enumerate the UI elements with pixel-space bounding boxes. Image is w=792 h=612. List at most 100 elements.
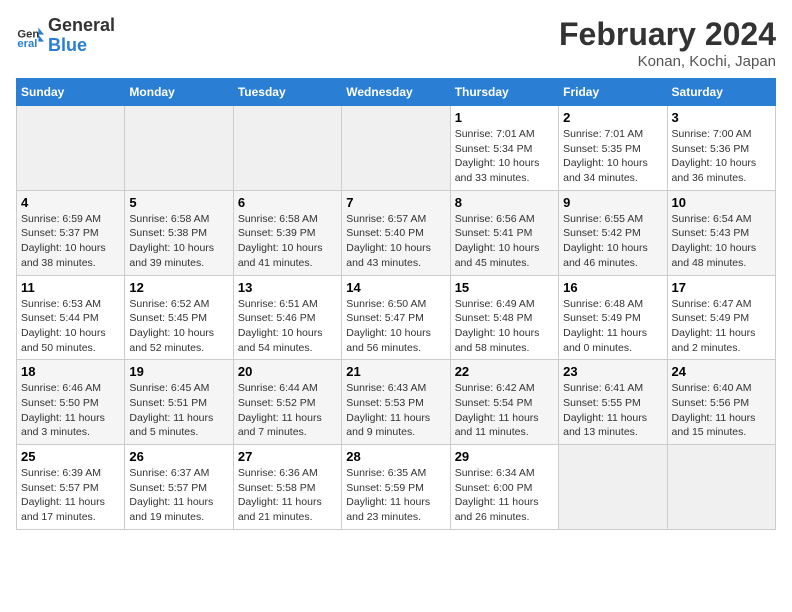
day-info: Sunrise: 6:45 AMSunset: 5:51 PMDaylight:… xyxy=(129,381,228,440)
day-info: Sunrise: 6:56 AMSunset: 5:41 PMDaylight:… xyxy=(455,212,554,271)
day-info: Sunrise: 6:51 AMSunset: 5:46 PMDaylight:… xyxy=(238,297,337,356)
day-number: 29 xyxy=(455,449,554,464)
calendar-title: February 2024 xyxy=(559,16,776,53)
week-row-2: 4 Sunrise: 6:59 AMSunset: 5:37 PMDaylight… xyxy=(17,190,776,275)
day-info: Sunrise: 6:59 AMSunset: 5:37 PMDaylight:… xyxy=(21,212,120,271)
table-cell: 24 Sunrise: 6:40 AMSunset: 5:56 PMDayligh… xyxy=(667,360,775,445)
day-info: Sunrise: 7:01 AMSunset: 5:35 PMDaylight:… xyxy=(563,127,662,186)
svg-text:eral: eral xyxy=(17,38,37,50)
table-cell: 21Sunrise: 6:43 AMSunset: 5:53 PMDayligh… xyxy=(342,360,450,445)
table-cell: 26 Sunrise: 6:37 AMSunset: 5:57 PMDayligh… xyxy=(125,445,233,530)
day-number: 18 xyxy=(21,364,120,379)
day-info: Sunrise: 6:54 AMSunset: 5:43 PMDaylight:… xyxy=(672,212,771,271)
day-number: 14 xyxy=(346,280,445,295)
table-cell: 4 Sunrise: 6:59 AMSunset: 5:37 PMDaylight… xyxy=(17,190,125,275)
day-number: 6 xyxy=(238,195,337,210)
table-cell: 8Sunrise: 6:56 AMSunset: 5:41 PMDaylight… xyxy=(450,190,558,275)
table-cell: 22 Sunrise: 6:42 AMSunset: 5:54 PMDayligh… xyxy=(450,360,558,445)
day-number: 22 xyxy=(455,364,554,379)
day-info: Sunrise: 6:50 AMSunset: 5:47 PMDaylight:… xyxy=(346,297,445,356)
table-cell xyxy=(17,106,125,191)
table-cell: 29Sunrise: 6:34 AMSunset: 6:00 PMDayligh… xyxy=(450,445,558,530)
table-cell: 12 Sunrise: 6:52 AMSunset: 5:45 PMDayligh… xyxy=(125,275,233,360)
day-number: 28 xyxy=(346,449,445,464)
day-number: 15 xyxy=(455,280,554,295)
week-row-5: 25 Sunrise: 6:39 AMSunset: 5:57 PMDayligh… xyxy=(17,445,776,530)
table-cell: 25 Sunrise: 6:39 AMSunset: 5:57 PMDayligh… xyxy=(17,445,125,530)
col-tuesday: Tuesday xyxy=(233,79,341,106)
col-monday: Monday xyxy=(125,79,233,106)
day-info: Sunrise: 7:00 AMSunset: 5:36 PMDaylight:… xyxy=(672,127,771,186)
logo: Gen eral GeneralBlue xyxy=(16,16,115,56)
table-cell: 10 Sunrise: 6:54 AMSunset: 5:43 PMDayligh… xyxy=(667,190,775,275)
day-info: Sunrise: 7:01 AMSunset: 5:34 PMDaylight:… xyxy=(455,127,554,186)
day-info: Sunrise: 6:48 AMSunset: 5:49 PMDaylight:… xyxy=(563,297,662,356)
table-cell: 27Sunrise: 6:36 AMSunset: 5:58 PMDayligh… xyxy=(233,445,341,530)
week-row-1: 1 Sunrise: 7:01 AMSunset: 5:34 PMDaylight… xyxy=(17,106,776,191)
col-saturday: Saturday xyxy=(667,79,775,106)
table-cell xyxy=(125,106,233,191)
day-info: Sunrise: 6:46 AMSunset: 5:50 PMDaylight:… xyxy=(21,381,120,440)
day-number: 10 xyxy=(672,195,771,210)
col-sunday: Sunday xyxy=(17,79,125,106)
table-cell: 6 Sunrise: 6:58 AMSunset: 5:39 PMDaylight… xyxy=(233,190,341,275)
day-number: 5 xyxy=(129,195,228,210)
table-cell: 18 Sunrise: 6:46 AMSunset: 5:50 PMDayligh… xyxy=(17,360,125,445)
table-cell: 11Sunrise: 6:53 AMSunset: 5:44 PMDayligh… xyxy=(17,275,125,360)
day-info: Sunrise: 6:35 AMSunset: 5:59 PMDaylight:… xyxy=(346,466,445,525)
table-cell: 28 Sunrise: 6:35 AMSunset: 5:59 PMDayligh… xyxy=(342,445,450,530)
day-number: 23 xyxy=(563,364,662,379)
table-cell: 2 Sunrise: 7:01 AMSunset: 5:35 PMDaylight… xyxy=(559,106,667,191)
day-info: Sunrise: 6:55 AMSunset: 5:42 PMDaylight:… xyxy=(563,212,662,271)
table-cell: 5 Sunrise: 6:58 AMSunset: 5:38 PMDaylight… xyxy=(125,190,233,275)
day-number: 25 xyxy=(21,449,120,464)
table-cell xyxy=(559,445,667,530)
day-info: Sunrise: 6:37 AMSunset: 5:57 PMDaylight:… xyxy=(129,466,228,525)
day-number: 24 xyxy=(672,364,771,379)
day-info: Sunrise: 6:57 AMSunset: 5:40 PMDaylight:… xyxy=(346,212,445,271)
table-cell xyxy=(233,106,341,191)
col-wednesday: Wednesday xyxy=(342,79,450,106)
day-number: 1 xyxy=(455,110,554,125)
table-cell: 17 Sunrise: 6:47 AMSunset: 5:49 PMDayligh… xyxy=(667,275,775,360)
day-info: Sunrise: 6:39 AMSunset: 5:57 PMDaylight:… xyxy=(21,466,120,525)
day-number: 16 xyxy=(563,280,662,295)
table-cell: 1 Sunrise: 7:01 AMSunset: 5:34 PMDaylight… xyxy=(450,106,558,191)
table-cell: 20Sunrise: 6:44 AMSunset: 5:52 PMDayligh… xyxy=(233,360,341,445)
day-number: 27 xyxy=(238,449,337,464)
day-info: Sunrise: 6:43 AMSunset: 5:53 PMDaylight:… xyxy=(346,381,445,440)
day-info: Sunrise: 6:41 AMSunset: 5:55 PMDaylight:… xyxy=(563,381,662,440)
day-info: Sunrise: 6:53 AMSunset: 5:44 PMDaylight:… xyxy=(21,297,120,356)
day-number: 3 xyxy=(672,110,771,125)
calendar-table: Sunday Monday Tuesday Wednesday Thursday… xyxy=(16,78,776,530)
day-info: Sunrise: 6:58 AMSunset: 5:38 PMDaylight:… xyxy=(129,212,228,271)
logo-icon: Gen eral xyxy=(16,22,44,50)
day-number: 17 xyxy=(672,280,771,295)
day-number: 4 xyxy=(21,195,120,210)
day-number: 7 xyxy=(346,195,445,210)
day-number: 26 xyxy=(129,449,228,464)
table-cell: 14 Sunrise: 6:50 AMSunset: 5:47 PMDayligh… xyxy=(342,275,450,360)
day-number: 9 xyxy=(563,195,662,210)
table-cell: 23 Sunrise: 6:41 AMSunset: 5:55 PMDayligh… xyxy=(559,360,667,445)
day-info: Sunrise: 6:52 AMSunset: 5:45 PMDaylight:… xyxy=(129,297,228,356)
day-number: 19 xyxy=(129,364,228,379)
title-area: February 2024 Konan, Kochi, Japan xyxy=(559,16,776,70)
day-info: Sunrise: 6:42 AMSunset: 5:54 PMDaylight:… xyxy=(455,381,554,440)
table-cell: 19 Sunrise: 6:45 AMSunset: 5:51 PMDayligh… xyxy=(125,360,233,445)
day-number: 12 xyxy=(129,280,228,295)
day-info: Sunrise: 6:47 AMSunset: 5:49 PMDaylight:… xyxy=(672,297,771,356)
table-cell: 3 Sunrise: 7:00 AMSunset: 5:36 PMDaylight… xyxy=(667,106,775,191)
day-info: Sunrise: 6:40 AMSunset: 5:56 PMDaylight:… xyxy=(672,381,771,440)
week-row-4: 18 Sunrise: 6:46 AMSunset: 5:50 PMDayligh… xyxy=(17,360,776,445)
day-number: 2 xyxy=(563,110,662,125)
table-cell: 13Sunrise: 6:51 AMSunset: 5:46 PMDayligh… xyxy=(233,275,341,360)
day-info: Sunrise: 6:58 AMSunset: 5:39 PMDaylight:… xyxy=(238,212,337,271)
table-cell: 16 Sunrise: 6:48 AMSunset: 5:49 PMDayligh… xyxy=(559,275,667,360)
day-info: Sunrise: 6:49 AMSunset: 5:48 PMDaylight:… xyxy=(455,297,554,356)
table-cell: 9 Sunrise: 6:55 AMSunset: 5:42 PMDaylight… xyxy=(559,190,667,275)
calendar-header-row: Sunday Monday Tuesday Wednesday Thursday… xyxy=(17,79,776,106)
table-cell xyxy=(667,445,775,530)
table-cell: 15 Sunrise: 6:49 AMSunset: 5:48 PMDayligh… xyxy=(450,275,558,360)
col-friday: Friday xyxy=(559,79,667,106)
